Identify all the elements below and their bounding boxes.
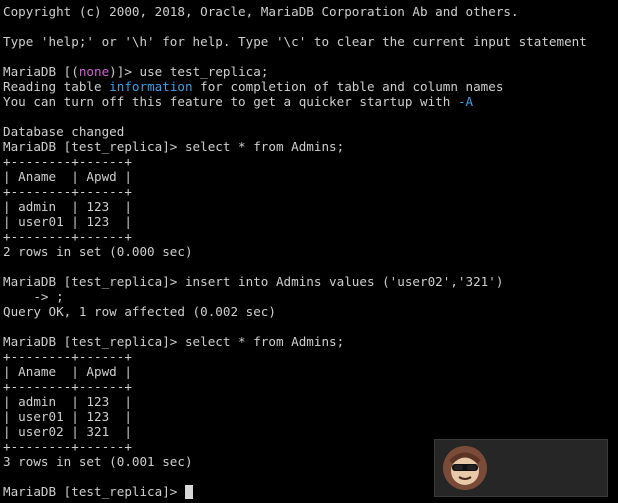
terminal-text: Reading table [3,79,110,94]
terminal-line: Type 'help;' or '\h' for help. Type '\c'… [3,34,587,49]
terminal-line: Reading table information for completion… [3,79,618,94]
terminal-text: for completion of table and column names [192,79,504,94]
terminal-line: | Aname | Apwd | [3,169,132,184]
terminal-line: | Aname | Apwd | [3,364,132,379]
text-cursor [184,485,193,499]
terminal-line: +--------+------+ [3,349,132,364]
terminal-line: | user02 | 321 | [3,424,132,439]
highlighted-text: none [78,64,110,79]
terminal-line: You can turn off this feature to get a q… [3,94,618,109]
terminal-line: | admin | 123 | [3,394,132,409]
prompt-text: MariaDB [test_replica]> [3,484,185,499]
terminal-text: You can turn off this feature to get a q… [3,94,458,109]
highlighted-text: -A [457,94,474,109]
terminal-line: +--------+------+ [3,229,132,244]
terminal-line: MariaDB [test_replica]> select * from Ad… [3,334,345,349]
terminal-line: +--------+------+ [3,184,132,199]
terminal-text: MariaDB [( [3,64,79,79]
highlighted-text: information [109,79,193,94]
terminal-line: MariaDB [(none)]> use test_replica; [3,64,618,79]
terminal-line: -> ; [3,289,64,304]
terminal-output[interactable]: Copyright (c) 2000, 2018, Oracle, MariaD… [3,4,618,503]
terminal-line: | user01 | 123 | [3,409,132,424]
terminal-text: )]> use test_replica; [109,64,269,79]
terminal-line: +--------+------+ [3,379,132,394]
terminal-line: | user01 | 123 | [3,214,132,229]
terminal-line: MariaDB [test_replica]> select * from Ad… [3,139,345,154]
terminal-line: Copyright (c) 2000, 2018, Oracle, MariaD… [3,4,519,19]
avatar-sunglasses-icon [443,446,487,490]
terminal-line: MariaDB [test_replica]> insert into Admi… [3,274,504,289]
watermark [434,439,608,497]
terminal-line: Database changed [3,124,125,139]
terminal-line: +--------+------+ [3,154,132,169]
terminal-line: | admin | 123 | [3,199,132,214]
terminal-line: Query OK, 1 row affected (0.002 sec) [3,304,276,319]
terminal-line: 2 rows in set (0.000 sec) [3,244,193,259]
